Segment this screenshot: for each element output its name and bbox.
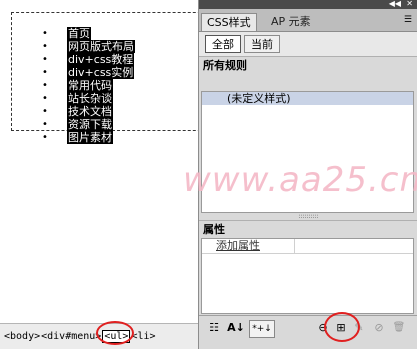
bullet-icon: •	[42, 54, 48, 65]
pane-splitter[interactable]: ::::::::::	[199, 213, 417, 220]
menu-item-label: div+css教程	[67, 53, 135, 66]
properties-heading: 属性	[199, 220, 417, 239]
menu-item-label: 网页版式布局	[67, 40, 135, 53]
close-panel-icon[interactable]: ✕	[406, 0, 413, 9]
bullet-icon: •	[42, 67, 48, 78]
bullet-icon: •	[42, 119, 48, 130]
all-mode-button[interactable]: 全部	[205, 35, 241, 53]
bullet-icon: •	[42, 93, 48, 104]
delete-rule-icon[interactable]: 🗑	[392, 320, 406, 336]
watermark-text: www.aa25.cn	[183, 160, 417, 200]
category-view-icon[interactable]: ☷	[206, 320, 222, 336]
column-divider	[294, 239, 295, 253]
attach-stylesheet-icon[interactable]: ⊖	[316, 320, 330, 336]
new-css-rule-icon[interactable]: ⊞	[334, 320, 348, 336]
menu-item-label: 常用代码	[67, 79, 113, 92]
current-mode-button[interactable]: 当前	[244, 35, 280, 53]
bullet-icon: •	[42, 106, 48, 117]
tag-ul[interactable]: <ul>	[102, 330, 131, 343]
add-property-link[interactable]: 添加属性	[216, 239, 260, 252]
menu-item-label: div+css实例	[67, 66, 135, 79]
design-canvas[interactable]: • 首页 • 网页版式布局 • div+css教程 • div+css实例 • 常用代码 …	[0, 0, 216, 324]
bullet-icon: •	[42, 41, 48, 52]
show-set-properties-icon[interactable]: *+↓	[249, 320, 275, 338]
all-rules-heading: 所有规则	[199, 56, 417, 75]
menu-item-label: 资源下载	[67, 118, 113, 131]
bullet-icon: •	[42, 132, 48, 143]
collapse-icon[interactable]: ◀◀	[389, 0, 401, 9]
menu-item-label: 站长杂谈	[67, 92, 113, 105]
panel-title-strip: ◀◀ ✕	[199, 0, 417, 9]
disable-property-icon[interactable]: ⊘	[372, 320, 386, 336]
properties-grid[interactable]: 添加属性	[201, 238, 414, 314]
menu-item-label: 图片素材	[67, 131, 113, 144]
tag-li[interactable]: <li>	[131, 331, 155, 342]
tag-div-menu[interactable]: <div#menu>	[41, 331, 101, 342]
edit-rule-icon[interactable]: ✎	[352, 320, 366, 336]
menu-div-outline[interactable]: • 首页 • 网页版式布局 • div+css教程 • div+css实例 • 常用代码 …	[11, 12, 216, 144]
rule-row-undefined[interactable]: (未定义样式)	[202, 92, 413, 105]
panel-options-menu-icon[interactable]: ☰	[404, 15, 412, 25]
bullet-icon: •	[42, 28, 48, 39]
tab-ap-elements[interactable]: AP 元素	[266, 13, 316, 31]
bullet-icon: •	[42, 80, 48, 91]
panel-tabs: CSS样式 AP 元素 ☰	[199, 9, 417, 32]
mode-switch: 全部 当前	[199, 32, 417, 56]
tab-css-styles[interactable]: CSS样式	[201, 13, 257, 31]
panel-toolbar: ☷ A↓ *+↓ ⊖ ⊞ ✎ ⊘ 🗑	[199, 315, 417, 340]
tag-selector-bar: <body> <div#menu> <ul> <li>	[0, 323, 198, 349]
menu-item-label: 技术文档	[67, 105, 113, 118]
add-property-row: 添加属性	[202, 239, 413, 254]
alphabetical-view-icon[interactable]: A↓	[227, 320, 245, 336]
tag-body[interactable]: <body>	[4, 331, 40, 342]
menu-item-label: 首页	[67, 27, 91, 40]
